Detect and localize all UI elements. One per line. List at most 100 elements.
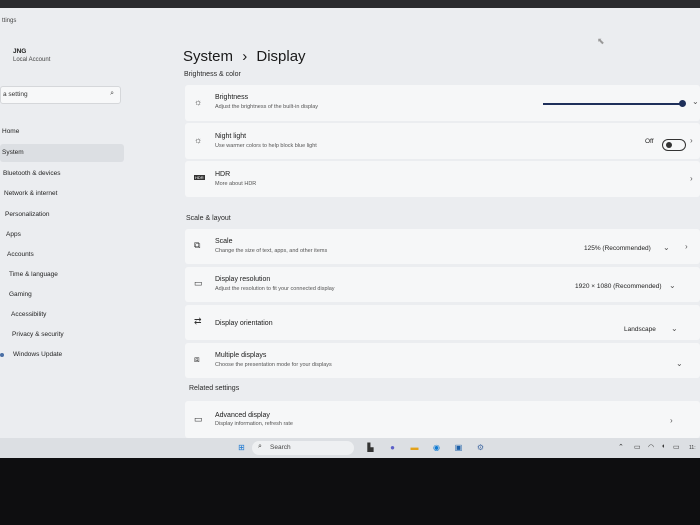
display-resolution-card: ▭ Display resolution Adjust the resoluti… [185,267,700,302]
night-light-subtitle: Use warmer colors to help block blue lig… [215,143,317,149]
chevron-down-icon[interactable]: ⌄ [669,281,676,290]
sidebar-item-label: Gaming [9,291,32,298]
windows-update-icon [0,353,4,357]
multiple-displays-title: Multiple displays [215,352,267,359]
orientation-icon: ⇄ [194,316,202,326]
chevron-right-icon[interactable]: › [685,242,688,251]
sidebar-item-label: Apps [6,231,21,238]
resolution-dropdown[interactable]: 1920 × 1080 (Recommended) [575,283,662,290]
sidebar-item-apps[interactable]: Apps [0,226,128,244]
section-related-settings: Related settings [189,385,240,392]
chevron-down-icon[interactable]: ⌄ [676,359,683,368]
clock[interactable]: 11: [689,445,696,451]
sidebar-item-label: Privacy & security [12,331,64,338]
sidebar-item-time-language[interactable]: Time & language [0,266,131,284]
task-view-icon[interactable]: ▙ [365,442,376,453]
scale-subtitle: Change the size of text, apps, and other… [215,248,328,254]
file-explorer-icon[interactable]: ▬ [409,442,420,453]
section-scale-layout: Scale & layout [186,215,231,222]
sidebar-item-accessibility[interactable]: Accessibility [0,306,133,324]
chevron-up-icon[interactable]: ⌃ [618,443,624,451]
sidebar-item-label: Windows Update [13,351,63,358]
wifi-icon[interactable]: ◠ [648,443,654,451]
hdr-icon: HDR [194,175,205,180]
settings-search-input[interactable]: a setting ⌕ [0,86,121,104]
cursor-icon: ⬉ [597,36,605,46]
sidebar-item-network[interactable]: Network & internet [0,185,126,203]
resolution-icon: ▭ [194,278,203,288]
scale-icon: ⧉ [194,240,201,250]
taskbar: ⊞ ⌕ Search ▙ ● ▬ ◉ ▣ ⚙ ⌃ ▭ ◠ ◖ ▭ 11: [0,438,700,458]
sidebar-item-windows-update[interactable]: Windows Update [0,346,135,364]
store-icon[interactable]: ▣ [453,442,464,453]
taskbar-search-placeholder: Search [270,444,291,451]
brightness-subtitle: Adjust the brightness of the built-in di… [215,104,319,110]
search-icon: ⌕ [110,90,114,97]
search-icon: ⌕ [258,443,262,450]
chat-icon[interactable]: ● [387,442,398,453]
breadcrumb-parent[interactable]: System [183,48,233,65]
sidebar-item-label: Home [2,128,20,135]
advanced-display-card[interactable]: ▭ Advanced display Display information, … [185,401,700,438]
hdr-title: HDR [215,171,231,178]
sidebar: JNG Local Account a setting ⌕ Home Syste… [0,8,175,438]
display-orientation-card: ⇄ Display orientation Landscape ⌄ [185,305,700,340]
hdr-subtitle: More about HDR [215,181,257,187]
settings-window: ttings ⬉ JNG Local Account a setting ⌕ H… [0,8,700,458]
sun-icon: ☼ [194,135,203,145]
sidebar-item-gaming[interactable]: Gaming [0,286,131,304]
battery-icon[interactable]: ▭ [673,443,680,451]
scale-dropdown[interactable]: 125% (Recommended) [584,245,651,252]
taskbar-search[interactable]: ⌕ Search [252,441,354,455]
sidebar-item-system[interactable]: System [0,144,124,162]
sun-icon: ☼ [194,97,203,107]
monitor-icon: ▭ [194,414,203,424]
night-light-state: Off [645,138,654,145]
sidebar-item-label: System [2,149,24,156]
advanced-display-subtitle: Display information, refresh rate [215,421,293,427]
chevron-right-icon[interactable]: › [690,136,693,145]
chevron-down-icon[interactable]: ⌄ [663,243,670,252]
sidebar-item-privacy[interactable]: Privacy & security [0,326,134,344]
brightness-title: Brightness [215,94,249,101]
sidebar-item-label: Personalization [5,211,50,218]
sidebar-item-home[interactable]: Home [0,123,124,141]
breadcrumb-separator: › [242,48,248,65]
brightness-slider-thumb[interactable] [679,100,686,107]
multiple-displays-card[interactable]: ⧈ Multiple displays Choose the presentat… [185,343,700,378]
search-placeholder: a setting [3,91,28,98]
network-icon[interactable]: ▭ [634,443,641,451]
night-light-title: Night light [215,133,247,140]
brightness-slider-track[interactable] [543,103,683,105]
resolution-title: Display resolution [215,276,271,283]
breadcrumb-current: Display [256,48,306,65]
night-light-card[interactable]: ☼ Night light Use warmer colors to help … [185,123,700,159]
sidebar-item-label: Bluetooth & devices [3,170,61,177]
chevron-right-icon[interactable]: › [670,416,673,425]
sidebar-item-personalization[interactable]: Personalization [0,206,127,224]
chevron-right-icon[interactable]: › [690,174,693,183]
settings-gear-icon[interactable]: ⚙ [475,442,486,453]
chevron-down-icon[interactable]: ⌄ [692,97,699,106]
sidebar-item-label: Accessibility [11,311,47,318]
orientation-title: Display orientation [215,320,273,327]
sidebar-item-bluetooth[interactable]: Bluetooth & devices [0,165,125,183]
section-brightness-color: Brightness & color [184,71,241,78]
toggle-knob [666,142,672,148]
sidebar-item-accounts[interactable]: Accounts [0,246,129,264]
sidebar-item-label: Network & internet [4,190,58,197]
chevron-down-icon[interactable]: ⌄ [671,324,678,333]
multiple-displays-icon: ⧈ [194,354,200,364]
page-title: System › Display [183,48,306,65]
edge-icon[interactable]: ◉ [431,442,442,453]
screen-bezel [0,0,700,8]
resolution-subtitle: Adjust the resolution to fit your connec… [215,286,335,292]
windows-start-icon[interactable]: ⊞ [236,442,247,453]
hdr-card[interactable]: HDR HDR More about HDR › [185,161,700,197]
profile-name: JNG [13,48,27,55]
scale-card[interactable]: ⧉ Scale Change the size of text, apps, a… [185,229,700,264]
orientation-dropdown[interactable]: Landscape [624,326,656,333]
advanced-display-title: Advanced display [215,412,270,419]
night-light-toggle[interactable] [662,139,686,151]
volume-icon[interactable]: ◖ [661,443,665,450]
